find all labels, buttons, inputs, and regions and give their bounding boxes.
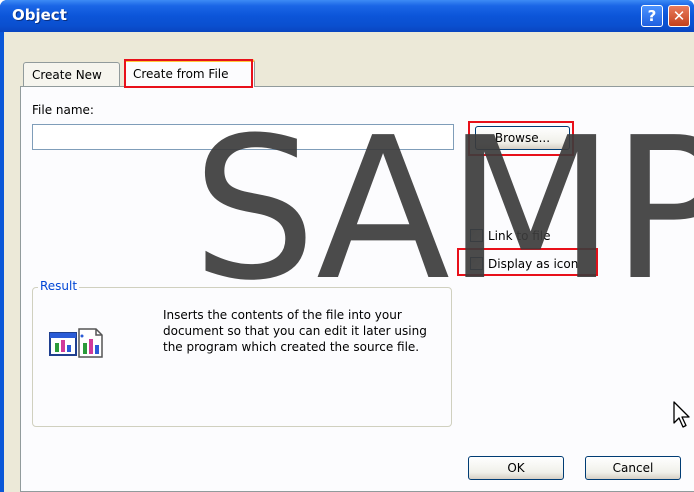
result-description: Inserts the contents of the file into yo… — [163, 308, 427, 354]
display-as-icon-label: Display as icon — [488, 257, 579, 271]
tab-create-from-file[interactable]: Create from File — [124, 59, 255, 87]
mouse-pointer-icon — [673, 401, 691, 432]
browse-button[interactable]: Browse... — [475, 126, 570, 150]
insert-object-icon — [48, 327, 110, 358]
ok-button[interactable]: OK — [468, 456, 564, 480]
tab-create-new[interactable]: Create New — [23, 62, 120, 86]
close-button[interactable]: ✕ — [668, 5, 690, 27]
file-name-input[interactable] — [32, 124, 454, 150]
display-as-icon-checkbox[interactable]: Display as icon — [470, 257, 578, 271]
window-title: Object — [12, 6, 67, 24]
cancel-button[interactable]: Cancel — [585, 456, 681, 480]
link-to-file-label: Link to file — [488, 229, 551, 243]
link-to-file-box[interactable] — [470, 229, 483, 242]
display-as-icon-box[interactable] — [470, 257, 483, 270]
result-title: Result — [38, 279, 80, 293]
file-name-label: File name: — [32, 103, 94, 117]
help-button[interactable]: ? — [641, 5, 663, 27]
title-bar[interactable]: Object ? ✕ — [0, 0, 694, 32]
link-to-file-checkbox[interactable]: Link to file — [470, 229, 551, 243]
